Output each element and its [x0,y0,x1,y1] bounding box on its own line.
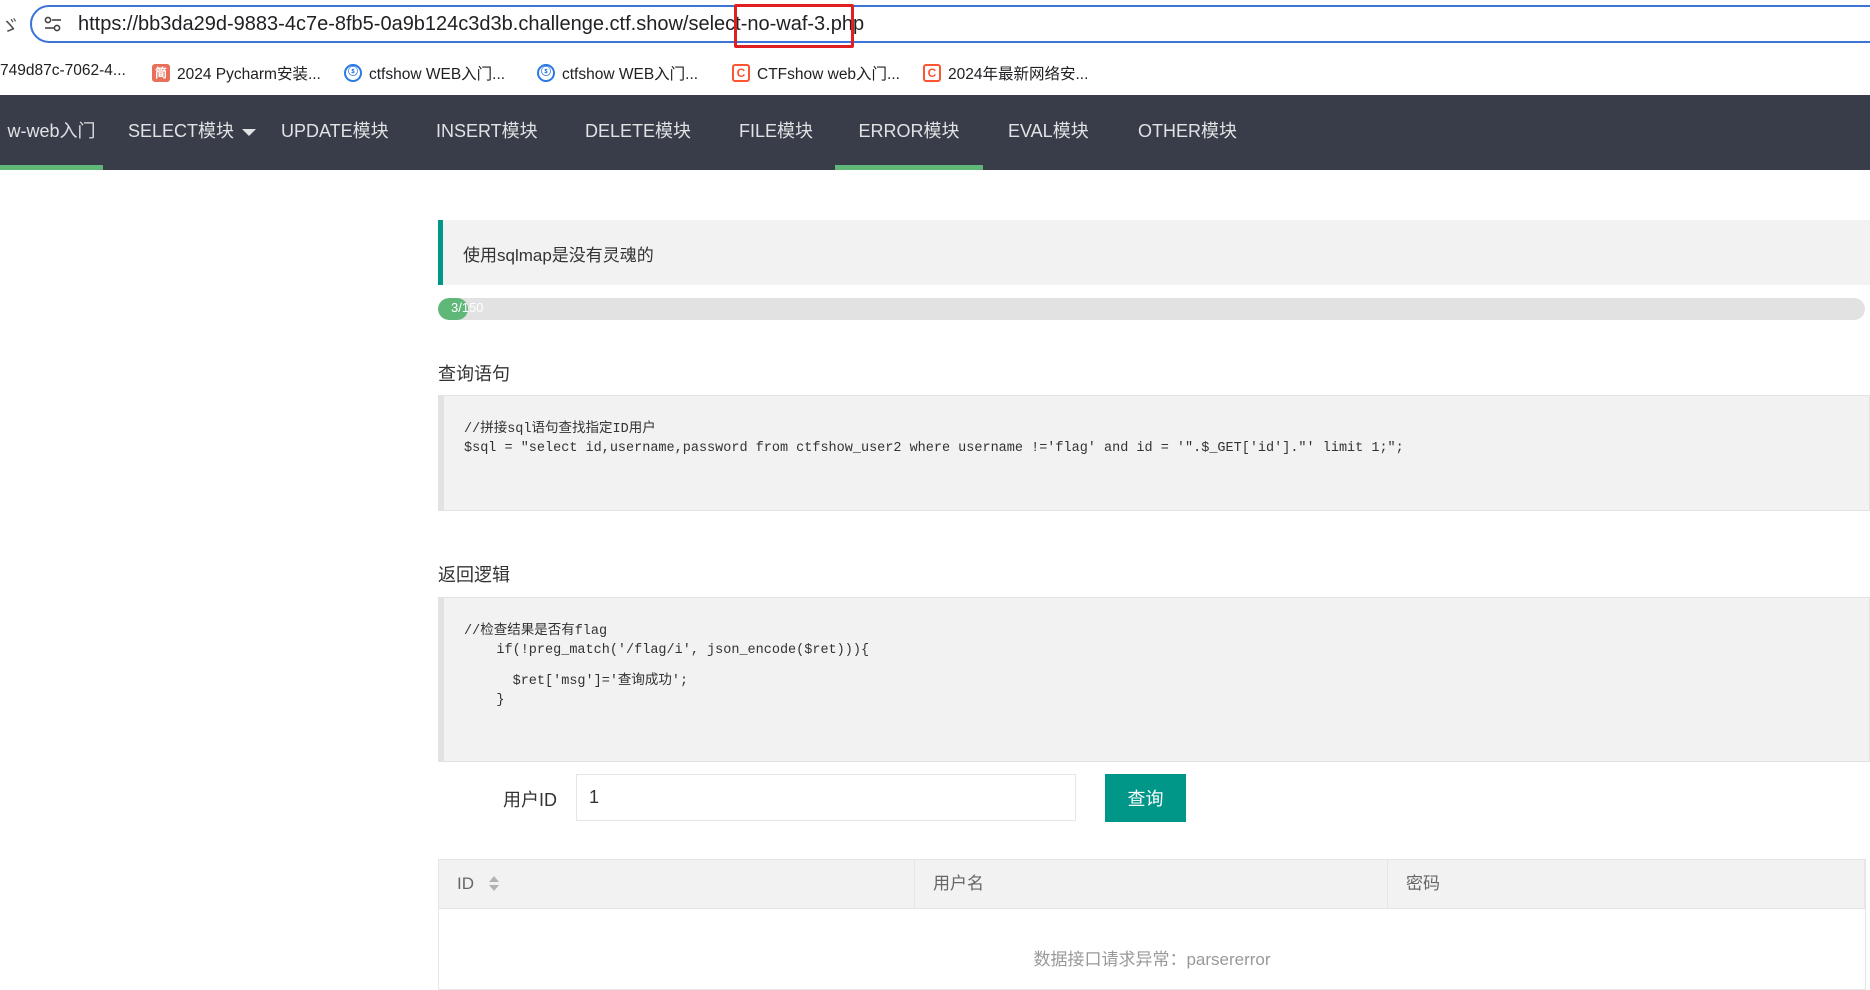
nav-item-home[interactable]: w-web入门 [0,95,103,170]
caret-down-icon [242,128,257,136]
nav-item-other[interactable]: OTHER模块 [1138,95,1237,170]
bookmark-item[interactable]: ⓢ ctfshow WEB入门... [344,62,505,84]
sort-icon[interactable] [489,876,499,894]
nav-label: FILE模块 [739,121,814,141]
progress-bar: 3/150 [438,298,1865,320]
nav-item-eval[interactable]: EVAL模块 [1008,95,1089,170]
query-section-title: 查询语句 [438,364,510,384]
csdn-icon: C [923,64,941,82]
bookmark-label: 749d87c-7062-4... [0,62,126,79]
code-line: //检查结果是否有flag [464,624,608,639]
url-input[interactable]: https://bb3da29d-9883-4c7e-8fb5-0a9b124c… [30,5,1870,43]
notice-text: 使用sqlmap是没有灵魂的 [463,246,654,265]
bookmark-label: 2024 Pycharm安装... [177,66,321,83]
table-header: ID 用户名 密码 [439,860,1865,909]
ctfshow-icon: ⓢ [344,64,362,82]
logic-section-title: 返回逻辑 [438,565,510,585]
nav-item-insert[interactable]: INSERT模块 [436,95,538,170]
jianshu-icon: 简 [152,64,170,82]
column-header-label: ID [457,874,474,893]
column-header-label: 用户名 [933,874,984,893]
ctfshow-icon: ⓢ [537,64,555,82]
nav-label: EVAL模块 [1008,121,1089,141]
code-line: $ret['msg']='查询成功'; [464,674,689,689]
tab-edge-glyph: ゞ [0,16,20,38]
code-line: if(!preg_match('/flag/i', json_encode($r… [464,643,870,658]
nav-label: INSERT模块 [436,121,538,141]
logic-code-block: //检查结果是否有flag if(!preg_match('/flag/i', … [438,597,1870,762]
nav-item-select[interactable]: SELECT模块 [128,95,257,170]
column-header-username: 用户名 [915,860,1388,908]
nav-label: w-web入门 [7,121,96,141]
bookmark-item[interactable]: 749d87c-7062-4... [0,62,126,80]
column-header-password: 密码 [1388,860,1865,908]
nav-label: SELECT模块 [128,121,235,141]
nav-label: DELETE模块 [585,121,692,141]
red-highlight-box [734,4,854,48]
bookmark-item[interactable]: ⓢ ctfshow WEB入门... [537,62,698,84]
code-line: $sql = "select id,username,password from… [464,441,1404,456]
column-header-label: 密码 [1406,874,1440,893]
nav-item-delete[interactable]: DELETE模块 [585,95,691,170]
nav-item-file[interactable]: FILE模块 [739,95,814,170]
nav-label: OTHER模块 [1138,121,1237,141]
site-settings-icon[interactable] [44,16,62,32]
bookmarks-bar: 749d87c-7062-4... 简 2024 Pycharm安装... ⓢ … [0,52,1870,94]
user-id-input[interactable] [576,774,1076,821]
top-navigation: w-web入门 SELECT模块 UPDATE模块 INSERT模块 DELET… [0,95,1870,170]
progress-label: 3/150 [451,300,484,315]
table-empty-message: 数据接口请求异常：parsererror [1033,950,1271,969]
query-button[interactable]: 查询 [1105,774,1186,822]
bookmark-item[interactable]: 简 2024 Pycharm安装... [152,62,321,84]
bookmark-item[interactable]: C 2024年最新网络安... [923,62,1088,84]
result-table: ID 用户名 密码 数据接口请求异常：parsererror [438,859,1866,990]
user-id-label: 用户ID [503,790,557,810]
code-line: } [464,693,505,708]
bookmark-label: 2024年最新网络安... [948,66,1089,83]
nav-item-update[interactable]: UPDATE模块 [281,95,389,170]
column-header-id[interactable]: ID [439,860,915,908]
nav-item-error[interactable]: ERROR模块 [835,95,983,170]
bookmark-label: ctfshow WEB入门... [562,66,699,83]
query-code-block: //拼接sql语句查找指定ID用户 $sql = "select id,user… [438,395,1870,511]
bookmark-label: CTFshow web入门... [757,66,900,83]
csdn-icon: C [732,64,750,82]
notice-quote: 使用sqlmap是没有灵魂的 [438,220,1870,285]
address-bar-area: ゞ https://bb3da29d-9883-4c7e-8fb5-0a9b12… [0,0,1870,50]
nav-label: ERROR模块 [858,121,960,141]
code-line: //拼接sql语句查找指定ID用户 [464,422,656,437]
bookmark-label: ctfshow WEB入门... [369,66,506,83]
nav-label: UPDATE模块 [281,121,389,141]
bookmark-item[interactable]: C CTFshow web入门... [732,62,900,84]
